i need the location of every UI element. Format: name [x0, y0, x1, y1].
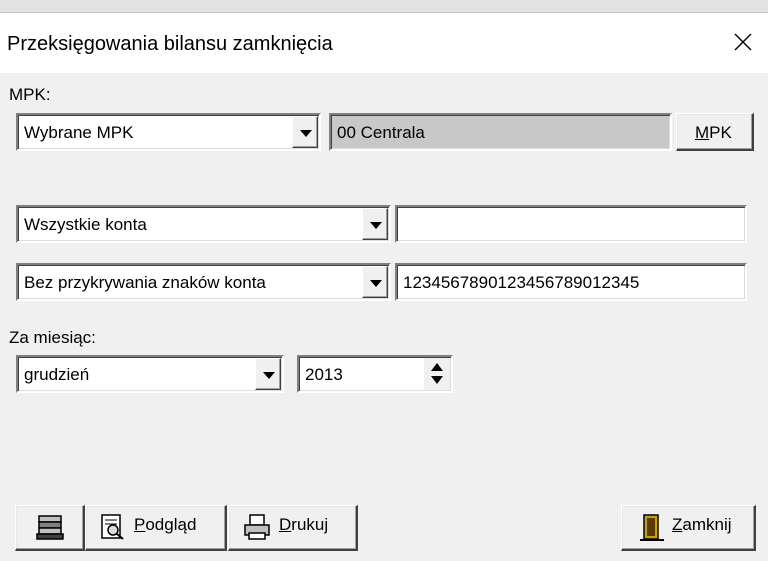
print-button[interactable]: Drukuj [228, 505, 358, 551]
account-filter-dropdown[interactable]: Wszystkie konta [16, 205, 391, 243]
account-mask-text: 1234567890123456789012345 [403, 273, 640, 292]
mpk-selector-value: Wybrane MPK [24, 123, 134, 142]
close-dialog-button[interactable]: Zamknij [621, 505, 756, 551]
month-dropdown[interactable]: grudzień [16, 355, 284, 393]
preview-button-label: Podgląd [134, 515, 197, 534]
title-bar: Przeksięgowania bilansu zamknięcia [0, 13, 768, 73]
chevron-down-icon[interactable] [255, 358, 281, 390]
chevron-down-icon[interactable] [292, 116, 318, 148]
account-filter-value: Wszystkie konta [24, 215, 147, 234]
mpk-selected-text: 00 Centrala [337, 123, 425, 142]
period-label: Za miesiąc: [9, 328, 96, 347]
desktop-strip [0, 0, 768, 12]
account-mask-mode: Bez przykrywania znaków konta [24, 273, 266, 292]
preview-document-icon [101, 514, 124, 540]
month-value: grudzień [24, 365, 90, 384]
mpk-selected-display: 00 Centrala [329, 113, 672, 151]
account-mask-input[interactable]: 1234567890123456789012345 [395, 263, 747, 301]
print-setup-button[interactable] [15, 505, 85, 551]
window-close-button[interactable] [714, 13, 768, 73]
mpk-selector-dropdown[interactable]: Wybrane MPK [16, 113, 321, 151]
chevron-down-icon[interactable] [362, 266, 388, 298]
stack-printer-icon [36, 515, 64, 540]
account-filter-input[interactable] [395, 205, 747, 243]
close-icon [734, 33, 752, 51]
dialog-window: Przeksięgowania bilansu zamknięcia MPK: … [0, 12, 768, 561]
spinner-arrows-icon[interactable] [424, 358, 450, 390]
window-title: Przeksięgowania bilansu zamknięcia [7, 33, 333, 55]
print-button-label: Drukuj [279, 515, 329, 534]
year-spinner[interactable]: 2013 [297, 355, 453, 393]
printer-icon [244, 514, 270, 540]
mpk-button-label: MPK [695, 123, 732, 142]
close-button-label: Zamknij [672, 515, 732, 534]
door-exit-icon [640, 514, 664, 541]
chevron-down-icon[interactable] [362, 208, 388, 240]
year-value: 2013 [305, 365, 343, 384]
preview-button[interactable]: Podgląd [85, 505, 227, 551]
account-mask-dropdown[interactable]: Bez przykrywania znaków konta [16, 263, 391, 301]
mpk-label: MPK: [9, 85, 51, 104]
mpk-button[interactable]: MPK [676, 113, 754, 151]
